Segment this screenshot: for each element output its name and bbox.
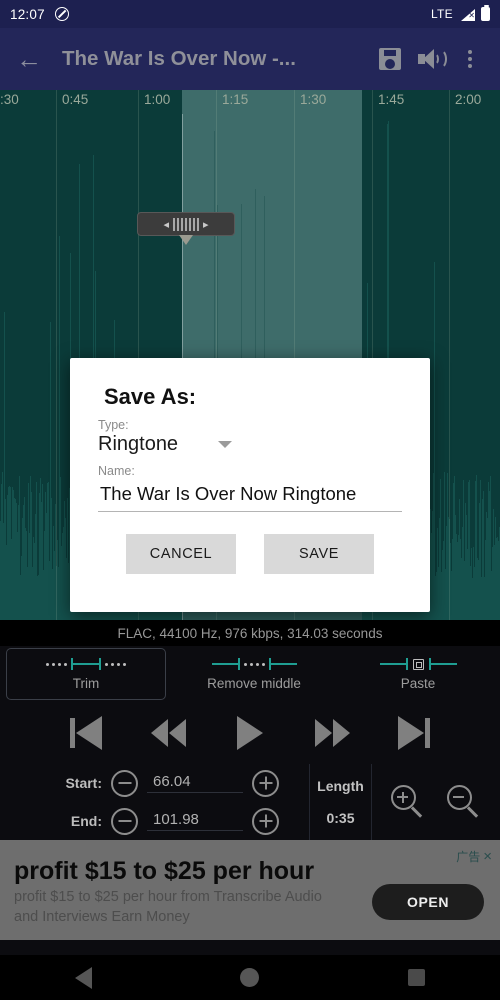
ruler-tick — [56, 90, 57, 620]
volume-icon[interactable] — [412, 41, 448, 77]
ad-open-button[interactable]: OPEN — [372, 884, 484, 920]
skip-next-icon[interactable] — [391, 711, 437, 755]
timeline-ruler[interactable]: :30 0:45 1:00 1:15 1:30 1:45 2:00 — [0, 90, 500, 620]
start-increment-button[interactable] — [252, 769, 279, 797]
audio-info-bar: FLAC, 44100 Hz, 976 kbps, 314.03 seconds — [0, 620, 500, 646]
end-decrement-button[interactable] — [111, 807, 138, 835]
handle-grip-icon[interactable] — [173, 217, 199, 231]
system-nav-bar — [0, 955, 500, 1000]
transport-controls — [0, 702, 500, 764]
trim-icon — [46, 657, 126, 671]
ad-close-icon[interactable]: × — [483, 848, 492, 865]
end-label: End: — [70, 813, 102, 829]
rewind-icon[interactable] — [145, 711, 191, 755]
length-column: Length 0:35 — [310, 764, 372, 840]
chevron-down-icon[interactable] — [218, 441, 233, 448]
length-value: 0:35 — [326, 810, 355, 826]
start-row: Start: 66.04 — [58, 764, 309, 802]
ad-banner[interactable]: 广告 × profit $15 to $25 per hour profit $… — [0, 840, 500, 940]
ruler-label: 0:45 — [62, 92, 89, 107]
mode-paste-label: Paste — [400, 676, 436, 691]
ruler-label: 1:45 — [378, 92, 405, 107]
type-selected-value: Ringtone — [98, 433, 179, 455]
ruler-tick — [449, 90, 450, 620]
ruler-label: 1:30 — [300, 92, 327, 107]
dialog-title: Save As: — [104, 384, 197, 409]
mode-paste-button[interactable]: Paste — [336, 646, 500, 702]
end-row: End: 101.98 — [58, 802, 309, 840]
app-root: 12:07 LTE ✕ The War Is Over Now -... :30… — [0, 0, 500, 1000]
save-floppy-icon[interactable] — [372, 41, 408, 77]
name-input[interactable]: The War Is Over Now Ringtone — [98, 479, 402, 512]
ruler-label: 1:15 — [222, 92, 249, 107]
mode-trim-button[interactable]: Trim — [6, 648, 166, 700]
type-dropdown[interactable]: Ringtone — [98, 433, 402, 456]
ad-marker: 广告 × — [456, 848, 492, 865]
network-type-label: LTE — [430, 7, 453, 21]
page-title: The War Is Over Now -... — [62, 47, 296, 70]
cancel-button[interactable]: CANCEL — [126, 534, 236, 574]
do-not-disturb-icon — [54, 7, 69, 21]
save-as-dialog: Save As: Type: Ringtone Name: The War Is… — [70, 358, 430, 612]
handle-left-arrow-icon[interactable]: ◂ — [163, 218, 169, 231]
edit-mode-bar: Trim Remove middle Paste — [0, 646, 500, 702]
ad-body: profit $15 to $25 per hour from Transcri… — [14, 889, 322, 925]
handle-right-arrow-icon[interactable]: ▸ — [203, 218, 209, 231]
ad-headline: profit $15 to $25 per hour — [14, 857, 315, 885]
dialog-buttons: CANCEL SAVE — [98, 534, 402, 574]
length-label: Length — [317, 778, 364, 794]
name-label: Name: — [98, 464, 135, 478]
end-value[interactable]: 101.98 — [147, 811, 243, 831]
zoom-out-icon[interactable] — [447, 785, 481, 819]
status-bar: 12:07 LTE ✕ — [0, 0, 500, 28]
type-label: Type: — [98, 418, 129, 432]
scrub-handle[interactable]: ◂ ▸ — [137, 212, 235, 245]
paste-icon — [379, 657, 457, 671]
ruler-label: 1:00 — [144, 92, 171, 107]
back-arrow-icon[interactable] — [12, 42, 46, 76]
signal-strength-icon: ✕ — [459, 8, 475, 21]
ad-marker-label: 广告 — [456, 850, 481, 864]
status-right-cluster: LTE ✕ — [430, 5, 490, 21]
start-decrement-button[interactable] — [111, 769, 138, 797]
fast-forward-icon[interactable] — [309, 711, 355, 755]
overflow-menu-icon[interactable] — [452, 41, 488, 77]
save-button[interactable]: SAVE — [264, 534, 374, 574]
nav-home-icon[interactable] — [223, 955, 277, 1000]
start-label: Start: — [65, 775, 102, 791]
mode-remove-middle-label: Remove middle — [207, 676, 301, 691]
handle-pointer-icon — [179, 235, 193, 245]
remove-middle-icon — [211, 657, 297, 671]
play-icon[interactable] — [227, 711, 273, 755]
end-increment-button[interactable] — [252, 807, 279, 835]
nav-recents-icon[interactable] — [390, 955, 444, 1000]
nav-back-icon[interactable] — [56, 955, 110, 1000]
ruler-label: 2:00 — [455, 92, 482, 107]
battery-icon — [481, 5, 490, 21]
mode-remove-middle-button[interactable]: Remove middle — [172, 646, 336, 702]
zoom-in-icon[interactable] — [391, 785, 425, 819]
app-bar: The War Is Over Now -... — [0, 28, 500, 90]
start-end-column: Start: 66.04 End: 101.98 — [0, 764, 310, 840]
status-clock: 12:07 — [10, 6, 45, 22]
ruler-label: :30 — [0, 92, 19, 107]
trim-controls-bar: Start: 66.04 End: 101.98 Length 0:35 — [0, 764, 500, 840]
zoom-column — [372, 785, 500, 819]
mode-trim-label: Trim — [72, 676, 100, 691]
start-value[interactable]: 66.04 — [147, 773, 243, 793]
skip-previous-icon[interactable] — [63, 711, 109, 755]
